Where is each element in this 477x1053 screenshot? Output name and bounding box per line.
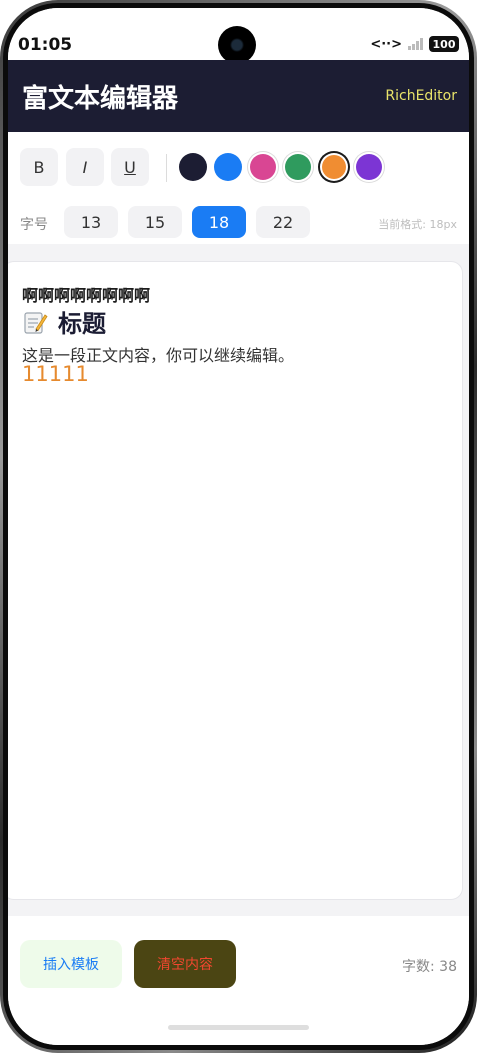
color-swatch-orange[interactable] [322,155,346,179]
color-swatch-pink[interactable] [250,154,276,180]
color-swatch-green[interactable] [285,154,311,180]
current-format-info: 当前格式: 18px [378,218,457,231]
editor-heading: 标题 [22,304,106,339]
page-subtitle: RichEditor [385,88,457,104]
editor-text-line: 啊啊啊啊啊啊啊啊 [22,286,151,305]
format-toolbar: B I U 字号 13 15 18 22 当前格式: 18px [8,132,469,244]
memo-icon [24,311,48,334]
signal-icon [408,38,423,50]
bold-button[interactable]: B [20,148,58,186]
page-title: 富文本编辑器 [22,84,179,114]
toolbar-divider [166,154,167,182]
color-swatch-navy[interactable] [179,153,207,181]
app-header: 富文本编辑器 RichEditor [8,60,469,132]
data-transfer-icon: <··> [370,36,402,52]
font-size-15[interactable]: 15 [128,206,182,238]
status-icons: <··> 100 [370,36,459,52]
color-swatch-purple[interactable] [356,154,382,180]
insert-template-button[interactable]: 插入模板 [20,940,122,988]
font-size-13[interactable]: 13 [64,206,118,238]
font-size-18[interactable]: 18 [192,206,246,238]
battery-icon: 100 [429,36,459,52]
home-indicator[interactable] [168,1025,309,1030]
editor-colored-text: 11111 [22,362,89,386]
editor-heading-text: 标题 [58,310,106,338]
italic-button[interactable]: I [66,148,104,186]
phone-screen: 01:05 <··> 100 富文本编辑器 RichEditor B I U 字… [8,8,469,1045]
font-size-22[interactable]: 22 [256,206,310,238]
front-camera [218,26,256,64]
word-count: 字数: 38 [402,959,457,975]
status-time: 01:05 [18,35,73,55]
status-bar: 01:05 <··> 100 [8,8,469,64]
font-size-label: 字号 [20,217,48,233]
color-swatch-blue[interactable] [214,153,242,181]
underline-button[interactable]: U [111,148,149,186]
clear-content-button[interactable]: 清空内容 [134,940,236,988]
